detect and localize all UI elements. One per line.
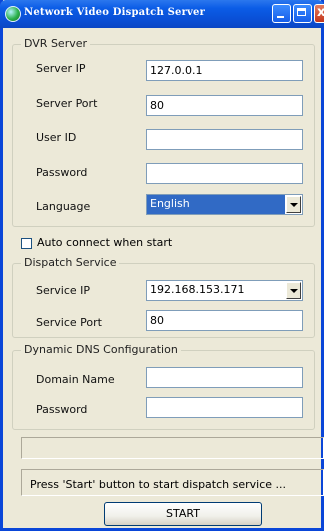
dvr-server-group-title: DVR Server [21, 37, 91, 50]
password-label: Password [36, 166, 88, 179]
auto-connect-label: Auto connect when start [37, 236, 173, 249]
service-port-input[interactable] [146, 310, 303, 331]
window-title: Network Video Dispatch Server [24, 7, 206, 18]
language-selected-value: English [147, 195, 285, 214]
status-message: Press 'Start' button to start dispatch s… [30, 478, 287, 491]
server-port-input[interactable] [146, 95, 303, 116]
status-panel: Press 'Start' button to start dispatch s… [21, 469, 324, 496]
dispatch-service-group-title: Dispatch Service [21, 256, 120, 269]
chevron-down-icon[interactable] [286, 196, 301, 213]
server-port-label: Server Port [36, 97, 98, 110]
close-button[interactable] [314, 4, 324, 23]
title-bar[interactable]: Network Video Dispatch Server [0, 0, 324, 28]
ddns-group-title: Dynamic DNS Configuration [21, 343, 181, 356]
service-ip-select[interactable]: 192.168.153.171 [146, 280, 303, 301]
server-ip-input[interactable] [146, 60, 303, 81]
minimize-button[interactable] [272, 4, 291, 23]
ddns-password-label: Password [36, 403, 88, 416]
progress-panel [21, 437, 324, 459]
user-id-label: User ID [36, 131, 77, 144]
auto-connect-checkbox[interactable] [21, 238, 32, 249]
app-window: Network Video Dispatch Server DVR Server… [0, 0, 324, 531]
start-button[interactable]: START [104, 502, 262, 526]
language-label: Language [36, 200, 91, 213]
service-ip-label: Service IP [36, 284, 91, 297]
password-input[interactable] [146, 163, 303, 184]
maximize-button[interactable] [293, 4, 312, 23]
app-globe-icon [5, 6, 21, 22]
domain-name-label: Domain Name [36, 373, 115, 386]
domain-name-input[interactable] [146, 367, 303, 388]
server-ip-label: Server IP [36, 62, 86, 75]
chevron-down-icon[interactable] [286, 282, 301, 299]
ddns-password-input[interactable] [146, 397, 303, 418]
language-select[interactable]: English [146, 194, 303, 215]
service-ip-selected-value: 192.168.153.171 [150, 283, 245, 296]
service-port-label: Service Port [36, 316, 102, 329]
user-id-input[interactable] [146, 129, 303, 150]
ddns-group: Dynamic DNS Configuration [12, 343, 315, 430]
